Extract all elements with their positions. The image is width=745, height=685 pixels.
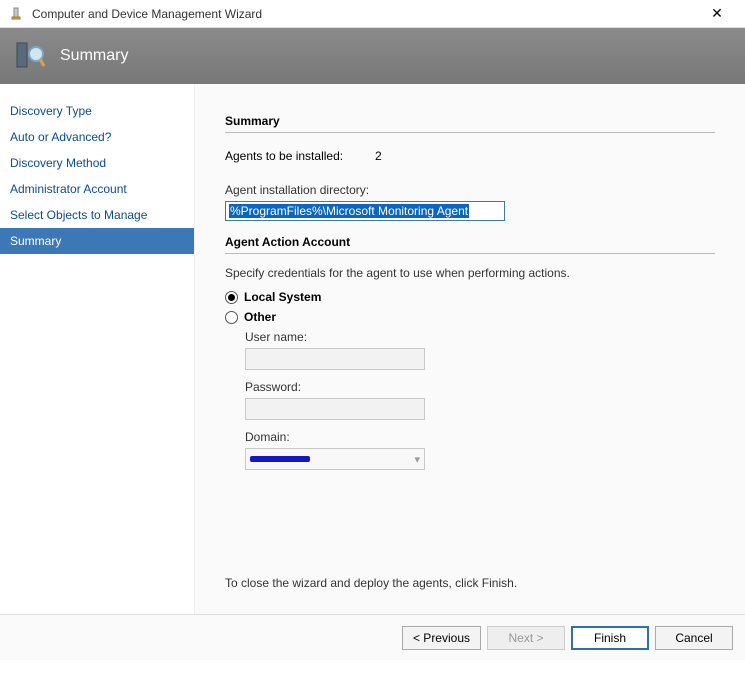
close-description: To close the wizard and deploy the agent… [225, 576, 715, 590]
install-dir-input[interactable]: %ProgramFiles%\Microsoft Monitoring Agen… [225, 201, 505, 221]
sidebar-item-discovery-method[interactable]: Discovery Method [0, 150, 194, 176]
app-icon [8, 6, 24, 22]
radio-other[interactable]: Other [225, 310, 715, 324]
username-label: User name: [245, 330, 715, 344]
domain-combobox: ▾ [245, 448, 425, 470]
credentials-desc: Specify credentials for the agent to use… [225, 266, 715, 280]
agents-to-install-count: 2 [375, 149, 382, 163]
cancel-button[interactable]: Cancel [655, 626, 733, 650]
sidebar-item-summary[interactable]: Summary [0, 228, 194, 254]
radio-dot-icon [225, 311, 238, 324]
wizard-sidebar: Discovery Type Auto or Advanced? Discove… [0, 84, 195, 614]
previous-button[interactable]: < Previous [402, 626, 481, 650]
install-dir-value: %ProgramFiles%\Microsoft Monitoring Agen… [229, 204, 469, 218]
radio-other-label: Other [244, 310, 276, 324]
wizard-footer: < Previous Next > Finish Cancel [0, 614, 745, 660]
install-dir-label: Agent installation directory: [225, 183, 715, 197]
username-field [245, 348, 425, 370]
sidebar-item-auto-or-advanced[interactable]: Auto or Advanced? [0, 124, 194, 150]
chevron-down-icon: ▾ [414, 453, 420, 466]
main-panel: Summary Agents to be installed: 2 Agent … [195, 84, 745, 614]
radio-local-system[interactable]: Local System [225, 290, 715, 304]
password-label: Password: [245, 380, 715, 394]
domain-value-redacted [250, 456, 310, 462]
sidebar-item-administrator-account[interactable]: Administrator Account [0, 176, 194, 202]
sidebar-item-discovery-type[interactable]: Discovery Type [0, 98, 194, 124]
next-button: Next > [487, 626, 565, 650]
sidebar-item-select-objects[interactable]: Select Objects to Manage [0, 202, 194, 228]
domain-label: Domain: [245, 430, 715, 444]
password-field [245, 398, 425, 420]
banner-title: Summary [60, 47, 128, 65]
agent-action-account-heading: Agent Action Account [225, 235, 715, 254]
radio-local-label: Local System [244, 290, 321, 304]
summary-heading: Summary [225, 114, 715, 133]
radio-dot-selected-icon [225, 291, 238, 304]
banner-icon [14, 40, 46, 72]
close-icon[interactable]: ✕ [697, 0, 737, 28]
titlebar: Computer and Device Management Wizard ✕ [0, 0, 745, 28]
window-title: Computer and Device Management Wizard [32, 7, 697, 21]
agents-to-install-label: Agents to be installed: [225, 149, 375, 163]
finish-button[interactable]: Finish [571, 626, 649, 650]
banner: Summary [0, 28, 745, 84]
